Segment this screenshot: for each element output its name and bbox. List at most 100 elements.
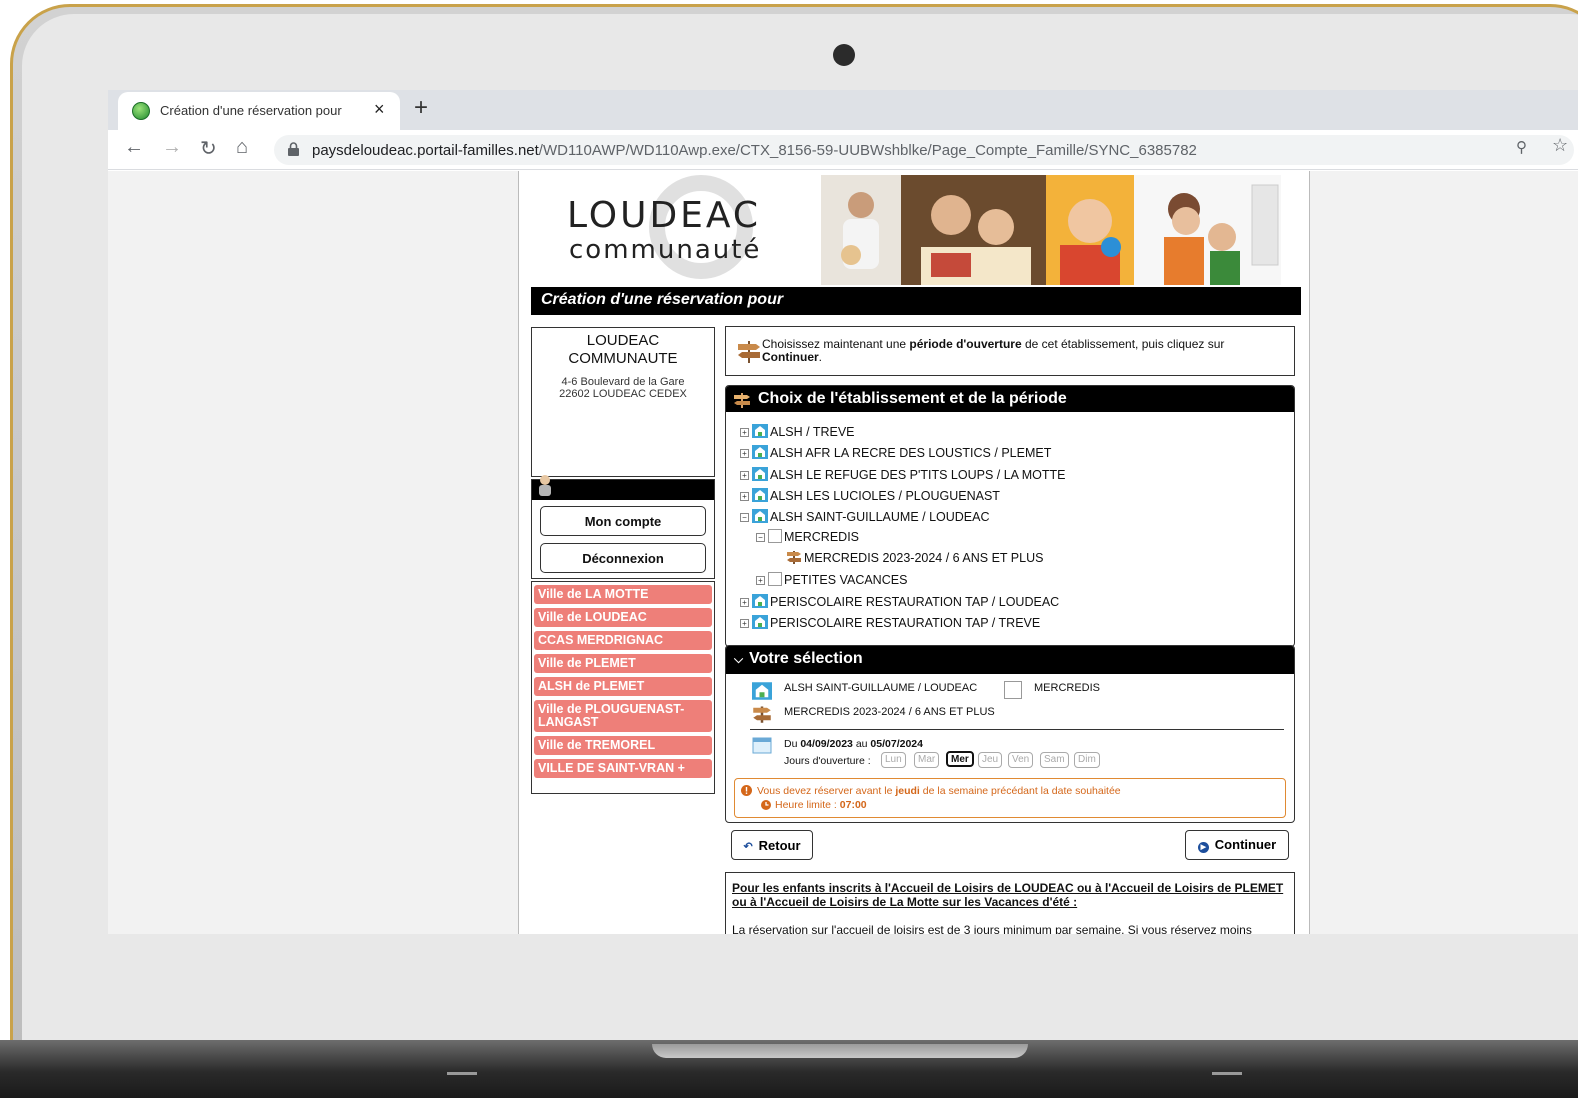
tab-bar: Création d'une réservation pour × + xyxy=(108,90,1578,130)
deadline-label: Heure limite : xyxy=(775,799,840,811)
expand-icon[interactable]: + xyxy=(740,492,749,501)
day-pill: Sam xyxy=(1040,752,1069,768)
calendar-category-icon xyxy=(1004,681,1022,699)
laptop-foot xyxy=(447,1072,477,1075)
organization-card: LOUDEAC COMMUNAUTE 4-6 Boulevard de la G… xyxy=(531,327,715,477)
tree-item-label: ALSH AFR LA RECRE DES LOUSTICS / PLEMET xyxy=(770,446,1052,460)
tree-item-category[interactable]: − MERCREDIS xyxy=(756,529,859,544)
opening-days-label: Jours d'ouverture : xyxy=(784,755,871,767)
bookmark-star-icon[interactable]: ☆ xyxy=(1552,135,1568,156)
info-body: La réservation sur l'accueil de loisirs … xyxy=(732,923,1252,934)
tree-item-label: PETITES VACANCES xyxy=(784,573,908,587)
back-arrow-icon[interactable]: ← xyxy=(124,136,144,159)
address-bar[interactable]: paysdeloudeac.portail-familles.net/WD110… xyxy=(274,135,1574,165)
expand-icon[interactable]: + xyxy=(756,576,765,585)
tree-item-site[interactable]: + ALSH AFR LA RECRE DES LOUSTICS / PLEMET xyxy=(740,445,1051,460)
establishment-tree-panel: Choix de l'établissement et de la périod… xyxy=(725,385,1295,647)
warning-emphasis: jeudi xyxy=(895,785,920,797)
date-end: 05/07/2024 xyxy=(870,738,923,750)
back-button[interactable]: ↶ Retour xyxy=(731,830,813,860)
deadline-time: 07:00 xyxy=(839,799,867,811)
collapse-icon[interactable]: − xyxy=(756,533,765,542)
selection-header[interactable]: ⌵ Votre sélection xyxy=(726,646,1294,674)
org-link[interactable]: Ville de TREMOREL xyxy=(534,736,712,755)
collapse-icon[interactable]: − xyxy=(740,513,749,522)
site-favicon-icon xyxy=(132,102,150,120)
tree-item-site[interactable]: + PERISCOLAIRE RESTAURATION TAP / TREVE xyxy=(740,615,1040,630)
tree-item-site[interactable]: + ALSH / TREVE xyxy=(740,424,855,439)
expand-icon[interactable]: + xyxy=(740,598,749,607)
banner-photo xyxy=(1046,175,1134,285)
instruction-part: Choisissez maintenant une xyxy=(762,337,910,351)
expand-icon[interactable]: + xyxy=(740,619,749,628)
signpost-icon xyxy=(753,706,771,723)
building-icon xyxy=(752,488,768,502)
banner-photo xyxy=(901,175,1046,285)
expand-icon[interactable]: + xyxy=(740,428,749,437)
warning-icon xyxy=(741,785,752,796)
day-pill: Jeu xyxy=(978,752,1003,768)
tree-item-label: MERCREDIS 2023-2024 / 6 ANS ET PLUS xyxy=(804,551,1044,565)
page-viewport: LOUDEAC communauté Création d'une réserv… xyxy=(108,171,1578,934)
org-link[interactable]: Ville de PLEMET xyxy=(534,654,712,673)
tree-item-period[interactable]: MERCREDIS 2023-2024 / 6 ANS ET PLUS xyxy=(786,550,1043,565)
instruction-text: Choisissez maintenant une période d'ouve… xyxy=(762,338,1282,364)
instruction-emphasis: période d'ouverture xyxy=(909,337,1022,351)
forward-arrow-icon[interactable]: → xyxy=(162,136,182,159)
warning-part: Vous devez réserver avant le xyxy=(757,785,896,797)
url-text: paysdeloudeac.portail-familles.net/WD110… xyxy=(312,142,1197,159)
tree-item-label: ALSH / TREVE xyxy=(770,425,855,439)
selected-period: MERCREDIS 2023-2024 / 6 ANS ET PLUS xyxy=(784,706,995,718)
calendar-category-icon xyxy=(768,572,782,586)
continue-button[interactable]: ▶ Continuer xyxy=(1185,830,1289,860)
date-prefix: Du xyxy=(784,738,801,750)
clock-icon xyxy=(761,800,771,810)
tree-item-site[interactable]: + ALSH LE REFUGE DES P'TITS LOUPS / LA MO… xyxy=(740,467,1066,482)
org-link[interactable]: Ville de PLOUGUENAST-LANGAST xyxy=(534,700,712,732)
day-pill: Mar xyxy=(914,752,940,768)
logout-button[interactable]: Déconnexion xyxy=(540,543,706,573)
close-tab-icon[interactable]: × xyxy=(374,99,385,120)
building-icon xyxy=(752,682,772,700)
tree-item-site[interactable]: − ALSH SAINT-GUILLAUME / LOUDEAC xyxy=(740,509,990,524)
tree-item-category[interactable]: + PETITES VACANCES xyxy=(756,572,907,587)
home-icon[interactable]: ⌂ xyxy=(236,136,248,159)
new-tab-icon[interactable]: + xyxy=(414,94,428,122)
tree-item-label: ALSH LE REFUGE DES P'TITS LOUPS / LA MOT… xyxy=(770,468,1066,482)
day-pill-active: Mer xyxy=(946,751,974,767)
expand-icon[interactable]: + xyxy=(740,449,749,458)
banner-photo xyxy=(1134,175,1281,285)
organization-address: 4-6 Boulevard de la Gare 22602 LOUDEAC C… xyxy=(532,376,714,400)
screen: Création d'une réservation pour × + ← → … xyxy=(108,90,1578,934)
address-line-2: 22602 LOUDEAC CEDEX xyxy=(559,388,687,400)
instruction-box: Choisissez maintenant une période d'ouve… xyxy=(725,326,1295,376)
instruction-part: . xyxy=(818,350,823,364)
zoom-icon[interactable]: ⚲ xyxy=(1516,138,1527,156)
tree-item-site[interactable]: + ALSH LES LUCIOLES / PLOUGUENAST xyxy=(740,488,1000,503)
page-title: Création d'une réservation pour xyxy=(541,291,784,308)
tree-item-site[interactable]: + PERISCOLAIRE RESTAURATION TAP / LOUDEAC xyxy=(740,594,1059,609)
instruction-emphasis: Continuer xyxy=(762,350,819,364)
browser-tab[interactable]: Création d'une réservation pour × xyxy=(118,92,400,130)
browser-toolbar: ← → ↻ ⌂ paysdeloudeac.portail-familles.n… xyxy=(108,130,1578,170)
account-header xyxy=(532,475,714,500)
url-host: paysdeloudeac.portail-familles.net xyxy=(312,142,539,159)
org-link[interactable]: Ville de LOUDEAC xyxy=(534,608,712,627)
deadline-text: Heure limite : 07:00 xyxy=(775,799,867,811)
org-link[interactable]: Ville de LA MOTTE xyxy=(534,585,712,604)
logo-subtitle: communauté xyxy=(569,235,762,265)
tree-item-label: ALSH LES LUCIOLES / PLOUGUENAST xyxy=(770,489,1000,503)
date-range: Du 04/09/2023 au 05/07/2024 xyxy=(784,738,923,750)
my-account-button[interactable]: Mon compte xyxy=(540,506,706,536)
building-icon xyxy=(752,594,768,608)
day-pill: Dim xyxy=(1074,752,1100,768)
chevron-down-icon: ⌵ xyxy=(734,652,744,666)
expand-icon[interactable]: + xyxy=(740,471,749,480)
org-link[interactable]: VILLE DE SAINT-VRAN + xyxy=(534,759,712,778)
org-link[interactable]: ALSH de PLEMET xyxy=(534,677,712,696)
banner-photo xyxy=(821,175,901,285)
org-link[interactable]: CCAS MERDRIGNAC xyxy=(534,631,712,650)
building-icon xyxy=(752,467,768,481)
banner-photos xyxy=(821,175,1281,285)
reload-icon[interactable]: ↻ xyxy=(200,136,217,161)
